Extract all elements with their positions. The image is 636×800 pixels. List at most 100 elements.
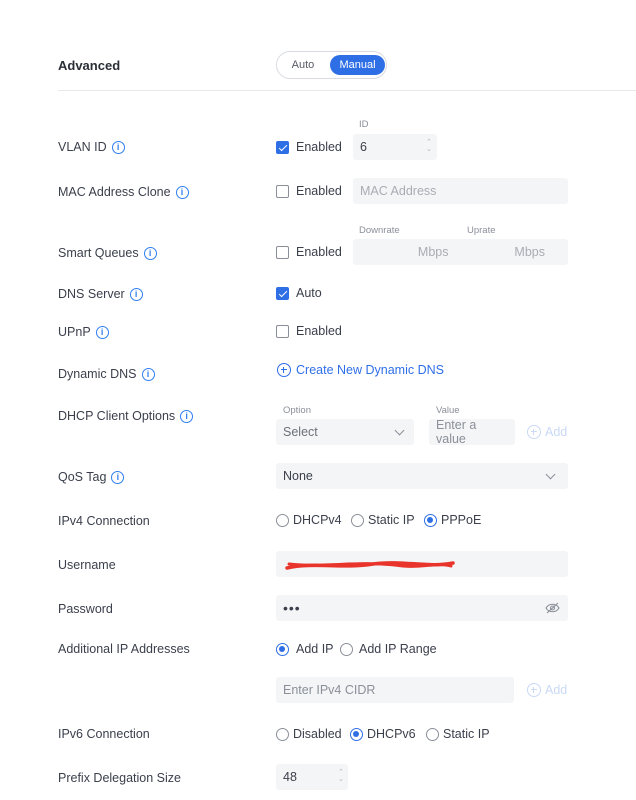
vlan-id-value: 6 <box>360 140 367 154</box>
dhcp-client-label-row: DHCP Client Options i <box>58 409 194 423</box>
mac-clone-label-row: MAC Address Clone i <box>58 185 189 199</box>
smart-queues-label-row: Smart Queues i <box>58 246 157 260</box>
section-title: Advanced <box>58 58 121 73</box>
ipv6-static-radio[interactable] <box>426 728 439 741</box>
ipv4-option-label: Static IP <box>368 513 415 527</box>
eye-off-icon[interactable] <box>545 602 560 614</box>
ipv6-disabled-radio[interactable] <box>276 728 289 741</box>
password-label-row: Password <box>58 602 113 616</box>
username-input[interactable] <box>276 551 568 577</box>
ipv6-option-label: Disabled <box>293 727 342 741</box>
qos-value: None <box>283 469 313 483</box>
mac-clone-checkbox[interactable] <box>276 185 289 198</box>
dns-label-row: DNS Server i <box>58 287 143 301</box>
value-caption: Value <box>436 405 460 416</box>
dns-auto-label: Auto <box>296 286 322 300</box>
stepper-icon[interactable]: ⌃ ⌄ <box>426 139 432 153</box>
password-label: Password <box>58 602 113 616</box>
dhcp-value-placeholder: Enter a value <box>436 418 477 446</box>
prefix-size-value: 48 <box>283 770 297 784</box>
additional-ip-option-label: Add IP <box>296 642 334 656</box>
rate-inputs[interactable]: Mbps Mbps <box>353 239 568 265</box>
password-input[interactable]: ••• <box>276 595 568 621</box>
mac-clone-enabled-label: Enabled <box>296 184 342 198</box>
info-icon[interactable]: i <box>143 246 157 260</box>
vlan-label-row: VLAN ID i <box>58 140 125 154</box>
upnp-enabled-label: Enabled <box>296 324 342 338</box>
info-icon[interactable]: i <box>129 287 143 301</box>
additional-ip-label: Additional IP Addresses <box>58 642 190 656</box>
vlan-id-caption: ID <box>359 119 369 130</box>
plus-circle-icon[interactable] <box>277 363 291 377</box>
mac-address-placeholder: MAC Address <box>360 184 437 198</box>
additional-ip-label-row: Additional IP Addresses <box>58 642 190 656</box>
ipv4-pppoe-radio[interactable] <box>424 514 437 527</box>
qos-select[interactable]: None <box>276 463 568 489</box>
vlan-enabled-label: Enabled <box>296 140 342 154</box>
smart-queues-label: Smart Queues <box>58 246 139 260</box>
redaction-scribble <box>285 561 455 570</box>
create-dynamic-dns-link[interactable]: Create New Dynamic DNS <box>296 363 444 377</box>
vlan-enabled-checkbox[interactable] <box>276 141 289 154</box>
uprate-unit: Mbps <box>514 245 545 259</box>
ipv4-cidr-placeholder: Enter IPv4 CIDR <box>283 683 376 697</box>
dhcp-client-label: DHCP Client Options <box>58 409 176 423</box>
vlan-label: VLAN ID <box>58 140 107 154</box>
ipv6-label: IPv6 Connection <box>58 727 150 741</box>
ipv6-label-row: IPv6 Connection <box>58 727 150 741</box>
dynamic-dns-label-row: Dynamic DNS i <box>58 367 155 381</box>
password-value: ••• <box>283 600 301 616</box>
mode-toggle[interactable]: Auto Manual <box>276 51 387 79</box>
additional-ip-option-label: Add IP Range <box>359 642 437 656</box>
dhcp-option-select[interactable]: Select <box>276 419 414 445</box>
dhcp-add-button[interactable]: Add <box>545 425 567 439</box>
qos-label: QoS Tag <box>58 470 107 484</box>
dynamic-dns-label: Dynamic DNS <box>58 367 137 381</box>
add-ip-radio[interactable] <box>276 643 289 656</box>
ipv6-option-label: DHCPv6 <box>367 727 416 741</box>
prefix-label-row: Prefix Delegation Size <box>58 771 181 785</box>
ipv4-option-label: DHCPv4 <box>293 513 342 527</box>
dhcp-option-value: Select <box>283 425 318 439</box>
ipv4-cidr-input[interactable]: Enter IPv4 CIDR <box>276 677 514 703</box>
ipv4-static-radio[interactable] <box>351 514 364 527</box>
ipv6-option-label: Static IP <box>443 727 490 741</box>
stepper-icon[interactable]: ⌃ ⌄ <box>338 769 344 783</box>
downrate-caption: Downrate <box>359 225 400 236</box>
ipv4-label: IPv4 Connection <box>58 514 150 528</box>
upnp-label-row: UPnP i <box>58 325 109 339</box>
username-label: Username <box>58 558 116 572</box>
mac-clone-label: MAC Address Clone <box>58 185 171 199</box>
mac-address-input[interactable]: MAC Address <box>353 178 568 204</box>
prefix-label: Prefix Delegation Size <box>58 771 181 785</box>
upnp-checkbox[interactable] <box>276 325 289 338</box>
ipv4-dhcpv4-radio[interactable] <box>276 514 289 527</box>
mode-manual-option[interactable]: Manual <box>330 55 385 75</box>
add-ip-range-radio[interactable] <box>340 643 353 656</box>
info-icon[interactable]: i <box>95 325 109 339</box>
add-circle-icon[interactable] <box>527 683 541 697</box>
info-icon[interactable]: i <box>141 367 155 381</box>
dns-auto-checkbox[interactable] <box>276 287 289 300</box>
vlan-id-input[interactable]: 6 <box>353 134 437 160</box>
info-icon[interactable]: i <box>111 140 125 154</box>
ipv4-option-label: PPPoE <box>441 513 482 527</box>
uprate-caption: Uprate <box>467 225 496 236</box>
header-divider <box>58 90 636 91</box>
smart-queues-checkbox[interactable] <box>276 246 289 259</box>
smart-queues-enabled-label: Enabled <box>296 245 342 259</box>
username-label-row: Username <box>58 558 116 572</box>
mode-auto-option[interactable]: Auto <box>277 52 329 78</box>
downrate-unit: Mbps <box>417 245 449 259</box>
info-icon[interactable]: i <box>111 470 125 484</box>
qos-label-row: QoS Tag i <box>58 470 125 484</box>
option-caption: Option <box>283 405 311 416</box>
additional-ip-add-button[interactable]: Add <box>545 683 567 697</box>
info-icon[interactable]: i <box>180 409 194 423</box>
info-icon[interactable]: i <box>175 185 189 199</box>
add-circle-icon[interactable] <box>527 425 541 439</box>
ipv6-dhcpv6-radio[interactable] <box>350 728 363 741</box>
dhcp-value-input[interactable]: Enter a value <box>429 418 515 446</box>
ipv4-label-row: IPv4 Connection <box>58 514 150 528</box>
dns-label: DNS Server <box>58 287 125 301</box>
